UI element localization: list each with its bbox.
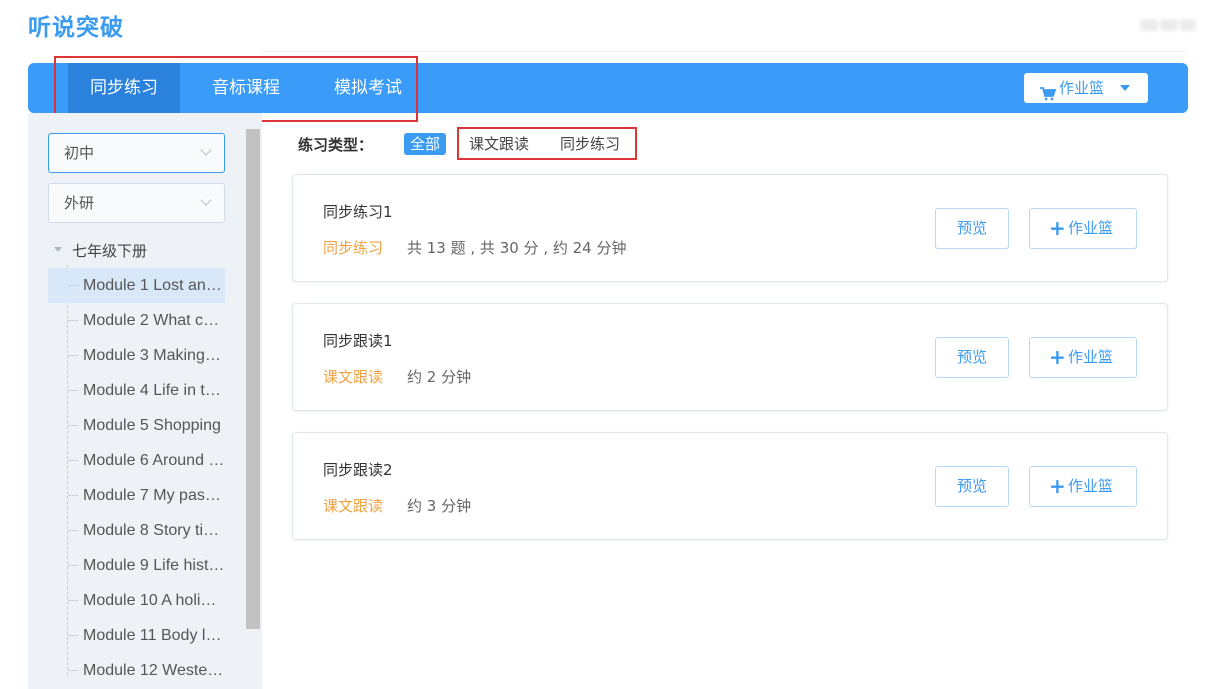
tree-item-module-8[interactable]: Module 8 Story time — [48, 513, 225, 548]
tab-phonetics-course[interactable]: 音标课程 — [196, 63, 296, 113]
filter-option-sync-practice[interactable]: 同步练习 — [560, 133, 620, 155]
cart-icon — [1040, 81, 1057, 111]
homework-basket-button[interactable]: 作业篮 — [1024, 73, 1148, 103]
level-select-value: 初中 — [64, 144, 95, 162]
add-to-basket-label: 作业篮 — [1068, 219, 1114, 237]
caret-down-icon — [1120, 85, 1130, 91]
plus-icon: + — [1049, 216, 1066, 240]
tree-item-module-3[interactable]: Module 3 Making plans — [48, 338, 225, 373]
sidebar: 初中 外研 七年级下册 Module 1 Lost and found Modu… — [28, 113, 262, 689]
exercise-info: 约 3 分钟 — [407, 497, 472, 515]
tree-item-module-1[interactable]: Module 1 Lost and found — [48, 268, 225, 303]
tree-item-module-10[interactable]: Module 10 A holiday journey — [48, 583, 225, 618]
tree-item-module-4[interactable]: Module 4 Life in the future — [48, 373, 225, 408]
add-to-basket-label: 作业篮 — [1068, 477, 1114, 495]
tree-item-module-7[interactable]: Module 7 My past life — [48, 478, 225, 513]
app-title: 听说突破 — [28, 15, 124, 41]
tree-item-module-6[interactable]: Module 6 Around town — [48, 443, 225, 478]
tree-root-label: 七年级下册 — [72, 242, 148, 260]
tree-item-module-11[interactable]: Module 11 Body language — [48, 618, 225, 653]
exercise-title: 同步跟读1 — [323, 332, 393, 350]
preview-button[interactable]: 预览 — [935, 466, 1009, 507]
filter-label: 练习类型： — [298, 136, 374, 154]
exercise-card: 同步练习1 同步练习 共 13 题 , 共 30 分 , 约 24 分钟 预览 … — [292, 174, 1168, 282]
exercise-type-tag: 同步练习 — [323, 239, 384, 257]
publisher-select[interactable]: 外研 — [48, 183, 225, 223]
add-to-basket-button[interactable]: + 作业篮 — [1029, 208, 1137, 249]
top-navbar: 同步练习 音标课程 模拟考试 作业篮 — [28, 63, 1188, 113]
tab-sync-practice[interactable]: 同步练习 — [68, 63, 180, 113]
exercise-title: 同步跟读2 — [323, 461, 393, 479]
tree-root-grade[interactable]: 七年级下册 — [54, 240, 147, 261]
level-select[interactable]: 初中 — [48, 133, 225, 173]
plus-icon: + — [1049, 474, 1066, 498]
tree-item-module-2[interactable]: Module 2 What can you do? — [48, 303, 225, 338]
sidebar-scrollbar[interactable] — [246, 129, 260, 629]
filter-option-all[interactable]: 全部 — [404, 133, 447, 155]
exercise-info: 约 2 分钟 — [407, 368, 472, 386]
exercise-title: 同步练习1 — [323, 203, 393, 221]
add-to-basket-button[interactable]: + 作业篮 — [1029, 337, 1137, 378]
exercise-type-tag: 课文跟读 — [323, 368, 384, 386]
tree-expand-icon — [54, 247, 62, 252]
add-to-basket-button[interactable]: + 作业篮 — [1029, 466, 1137, 507]
tree-item-module-9[interactable]: Module 9 Life history — [48, 548, 225, 583]
exercise-info: 共 13 题 , 共 30 分 , 约 24 分钟 — [407, 239, 627, 257]
user-info-blurred[interactable] — [1140, 15, 1196, 35]
homework-basket-label: 作业篮 — [1059, 79, 1105, 97]
preview-button[interactable]: 预览 — [935, 337, 1009, 378]
tree-item-module-5[interactable]: Module 5 Shopping — [48, 408, 225, 443]
chevron-down-icon — [200, 194, 212, 206]
tab-mock-exam[interactable]: 模拟考试 — [318, 63, 418, 113]
header-divider — [260, 51, 1188, 52]
exercise-card: 同步跟读1 课文跟读 约 2 分钟 预览 + 作业篮 — [292, 303, 1168, 411]
chevron-down-icon — [200, 144, 212, 156]
filter-option-text-reading[interactable]: 课文跟读 — [469, 133, 529, 155]
exercise-type-tag: 课文跟读 — [323, 497, 384, 515]
tree-item-module-12[interactable]: Module 12 Western music — [48, 653, 225, 688]
preview-button[interactable]: 预览 — [935, 208, 1009, 249]
add-to-basket-label: 作业篮 — [1068, 348, 1114, 366]
exercise-card: 同步跟读2 课文跟读 约 3 分钟 预览 + 作业篮 — [292, 432, 1168, 540]
publisher-select-value: 外研 — [64, 194, 95, 212]
plus-icon: + — [1049, 345, 1066, 369]
